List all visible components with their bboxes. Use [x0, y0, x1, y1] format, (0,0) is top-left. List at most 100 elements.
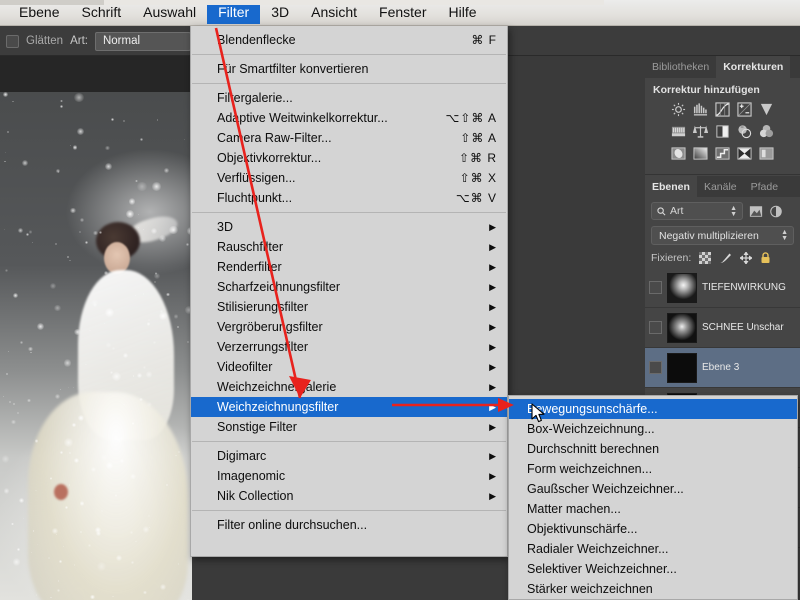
- submenuitem-selektiver-weichzeichner[interactable]: Selektiver Weichzeichner...: [509, 559, 797, 579]
- type-label: Art:: [70, 35, 88, 47]
- color-balance-icon[interactable]: [693, 124, 708, 139]
- snow-particle: [35, 489, 37, 492]
- submenuitem-gaussscher-weichzeichner[interactable]: Gaußscher Weichzeichner...: [509, 479, 797, 499]
- menuitem-sonstige-filter[interactable]: Sonstige Filter ▶: [191, 417, 507, 437]
- exposure-icon[interactable]: [737, 102, 752, 117]
- channel-mixer-icon[interactable]: [759, 124, 774, 139]
- menuitem-verfluessigen[interactable]: Verflüssigen... ⇧⌘ X: [191, 168, 507, 188]
- layer-visibility-toggle[interactable]: [649, 321, 662, 334]
- smooth-checkbox[interactable]: [6, 34, 19, 48]
- menuitem-videofilter[interactable]: Videofilter ▶: [191, 357, 507, 377]
- menuitem-filtergalerie[interactable]: Filtergalerie...: [191, 88, 507, 108]
- document-image[interactable]: [0, 92, 192, 600]
- menuitem-scharfzeichnungsfilter[interactable]: Scharfzeichnungsfilter ▶: [191, 277, 507, 297]
- snow-particle: [166, 292, 170, 297]
- menuitem-imagenomic[interactable]: Imagenomic ▶: [191, 466, 507, 486]
- submenuitem-objektivunschaerfe[interactable]: Objektivunschärfe...: [509, 519, 797, 539]
- menuitem-blendenflecke[interactable]: Blendenflecke ⌘ F: [191, 30, 507, 50]
- black-white-icon[interactable]: [715, 124, 730, 139]
- submenuitem-radialer-weichzeichner[interactable]: Radialer Weichzeichner...: [509, 539, 797, 559]
- selective-color-icon[interactable]: [715, 146, 730, 161]
- brush-lock-icon[interactable]: [719, 252, 732, 264]
- snow-particle: [122, 119, 126, 123]
- snow-particle: [50, 283, 57, 290]
- photo-filter-icon[interactable]: [737, 124, 752, 139]
- submenuitem-bewegungsunschaerfe[interactable]: Bewegungsunschärfe...: [509, 399, 797, 419]
- chevron-updown-icon[interactable]: ▲ ▼: [730, 205, 737, 218]
- layer-filter-select[interactable]: Art ▲ ▼: [651, 202, 743, 220]
- brightness-contrast-icon[interactable]: [671, 102, 686, 117]
- snow-particle: [60, 99, 63, 103]
- tab-pfade[interactable]: Pfade: [744, 176, 785, 197]
- filter-adjust-icon[interactable]: [769, 205, 783, 218]
- gradient-map-icon[interactable]: [693, 146, 708, 161]
- menuitem-label: Videofilter: [217, 360, 273, 374]
- menuitem-label: Adaptive Weitwinkelkorrektur...: [217, 111, 388, 125]
- snow-particle: [130, 473, 136, 480]
- submenuitem-durchschnitt-berechnen[interactable]: Durchschnitt berechnen: [509, 439, 797, 459]
- snow-particle: [84, 240, 88, 244]
- lock-row: Fixieren:: [645, 249, 800, 268]
- menuitem-weichzeichnungsfilter[interactable]: Weichzeichnungsfilter ▶: [191, 397, 507, 417]
- menuitem-nik-collection[interactable]: Nik Collection ▶: [191, 486, 507, 506]
- menuitem-objektivkorrektur[interactable]: Objektivkorrektur... ⇧⌘ R: [191, 148, 507, 168]
- submenuitem-staerker-weichzeichnen[interactable]: Stärker weichzeichnen: [509, 579, 797, 599]
- levels-icon[interactable]: [693, 102, 708, 117]
- vibrance-icon[interactable]: [759, 102, 774, 117]
- menuitem-adaptive-weitwinkelkorrektur[interactable]: Adaptive Weitwinkelkorrektur... ⌥⇧⌘ A: [191, 108, 507, 128]
- menuitem-camera-raw-filter[interactable]: Camera Raw-Filter... ⇧⌘ A: [191, 128, 507, 148]
- menuitem-fluchtpunkt[interactable]: Fluchtpunkt... ⌥⌘ V: [191, 188, 507, 208]
- menuitem-3d[interactable]: 3D ▶: [191, 217, 507, 237]
- layer-row-ebene-3[interactable]: Ebene 3: [645, 348, 800, 388]
- curves-icon[interactable]: [715, 102, 730, 117]
- tab-korrekturen[interactable]: Korrekturen: [716, 56, 791, 78]
- menu-separator: [192, 83, 506, 84]
- tab-kanaele[interactable]: Kanäle: [697, 176, 744, 197]
- tab-bibliotheken[interactable]: Bibliotheken: [645, 56, 716, 78]
- menuitem-rauschfilter[interactable]: Rauschfilter ▶: [191, 237, 507, 257]
- menuitem-filter-online-durchsuchen[interactable]: Filter online durchsuchen...: [191, 515, 507, 535]
- submenuitem-box-weichzeichnung[interactable]: Box-Weichzeichnung...: [509, 419, 797, 439]
- menuitem-shortcut: ⇧⌘ R: [458, 151, 497, 165]
- transparency-lock-icon[interactable]: [699, 252, 712, 264]
- menuitem-digimarc[interactable]: Digimarc ▶: [191, 446, 507, 466]
- snow-particle: [59, 388, 62, 390]
- menuitem-label: Filtergalerie...: [217, 91, 293, 105]
- snow-particle: [12, 100, 14, 103]
- submenuitem-form-weichzeichnen[interactable]: Form weichzeichnen...: [509, 459, 797, 479]
- color-lookup-icon[interactable]: [759, 146, 774, 161]
- snow-particle: [122, 352, 129, 359]
- submenuitem-matter-machen[interactable]: Matter machen...: [509, 499, 797, 519]
- snow-particle: [73, 564, 75, 566]
- all-lock-icon[interactable]: [760, 252, 771, 264]
- menuitem-vergroeberungsfilter[interactable]: Vergröberungsfilter ▶: [191, 317, 507, 337]
- layer-row-tiefenwirkung[interactable]: TIEFENWIRKUNG: [645, 268, 800, 308]
- menuitem-weichzeichnergalerie[interactable]: Weichzeichnergalerie ▶: [191, 377, 507, 397]
- menuitem-fuer-smartfilter-konvertieren[interactable]: Für Smartfilter konvertieren: [191, 59, 507, 79]
- layer-visibility-toggle[interactable]: [649, 361, 662, 374]
- menuitem-stilisierungsfilter[interactable]: Stilisierungsfilter ▶: [191, 297, 507, 317]
- snow-particle: [52, 528, 58, 534]
- posterize-icon[interactable]: [671, 124, 686, 139]
- menuitem-verzerrungsfilter[interactable]: Verzerrungsfilter ▶: [191, 337, 507, 357]
- blend-mode-select[interactable]: Negativ multiplizieren ▲ ▼: [651, 226, 794, 245]
- menuitem-label: Sonstige Filter: [217, 420, 297, 434]
- tab-ebenen[interactable]: Ebenen: [645, 176, 697, 197]
- move-lock-icon[interactable]: [740, 252, 753, 264]
- blend-chevron-icon[interactable]: ▲ ▼: [781, 229, 788, 242]
- type-select[interactable]: Normal: [94, 31, 191, 51]
- submenuitem-label: Objektivunschärfe...: [527, 522, 638, 536]
- submenuitem-label: Gaußscher Weichzeichner...: [527, 482, 684, 496]
- menuitem-shortcut: ⌘ F: [471, 33, 497, 47]
- layer-row-schnee-unscharf[interactable]: SCHNEE Unschar: [645, 308, 800, 348]
- threshold-icon[interactable]: [737, 146, 752, 161]
- layer-visibility-toggle[interactable]: [649, 281, 662, 294]
- invert-icon[interactable]: [671, 146, 686, 161]
- menuitem-renderfilter[interactable]: Renderfilter ▶: [191, 257, 507, 277]
- snow-particle: [157, 119, 159, 121]
- snow-particle: [119, 459, 124, 464]
- smooth-label: Glätten: [26, 35, 64, 47]
- filter-image-icon[interactable]: [749, 205, 763, 218]
- layers-panel-tabs: Ebenen Kanäle Pfade: [645, 176, 800, 197]
- snow-particle: [164, 168, 169, 173]
